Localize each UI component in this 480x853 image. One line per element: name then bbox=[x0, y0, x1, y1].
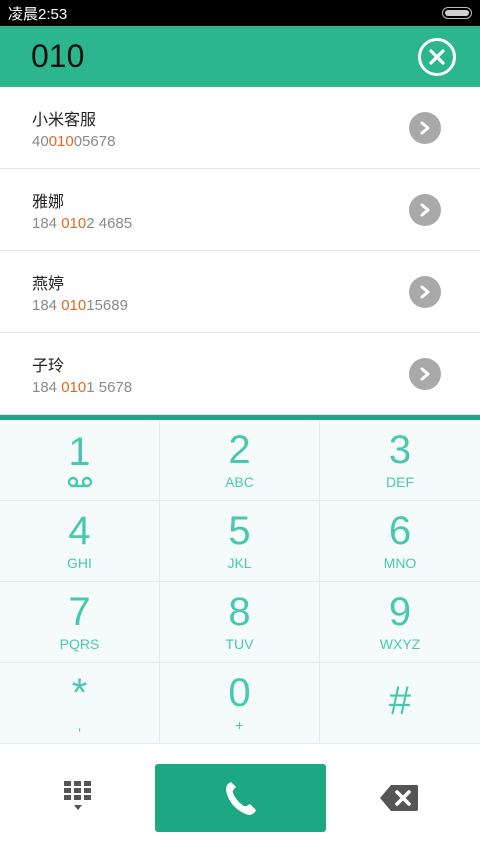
dial-pad: 1 2 ABC 3 DEF 4 GHI 5 JKL 6 MNO 7 PQRS 8… bbox=[0, 420, 480, 744]
chevron-right-icon bbox=[420, 285, 430, 298]
key-star[interactable]: * , bbox=[0, 663, 160, 744]
key-6[interactable]: 6 MNO bbox=[320, 501, 480, 582]
key-0[interactable]: 0 + bbox=[160, 663, 320, 744]
contact-phone: 184 0102 4685 bbox=[32, 214, 133, 232]
key-digit: 3 bbox=[388, 428, 412, 472]
chevron-right-icon bbox=[420, 203, 430, 216]
key-digit: 7 bbox=[68, 590, 91, 634]
voicemail-icon bbox=[67, 476, 92, 488]
details-button[interactable] bbox=[409, 275, 441, 308]
key-5[interactable]: 5 JKL bbox=[160, 501, 320, 582]
list-item[interactable]: 燕婷 184 01015689 bbox=[0, 251, 480, 333]
dialpad-grid-icon bbox=[64, 781, 91, 810]
contact-phone: 184 01015689 bbox=[32, 296, 128, 314]
backspace-icon bbox=[380, 785, 418, 811]
key-digit: 0 bbox=[228, 671, 251, 715]
key-9[interactable]: 9 WXYZ bbox=[320, 582, 480, 663]
key-letters: MNO bbox=[383, 555, 417, 571]
key-digit: 6 bbox=[388, 509, 412, 553]
key-letters: GHI bbox=[67, 555, 92, 571]
key-letters: ABC bbox=[225, 474, 254, 490]
contact-name: 小米客服 bbox=[32, 109, 97, 129]
chevron-right-icon bbox=[420, 367, 430, 380]
key-letters: + bbox=[235, 717, 244, 733]
contact-phone: 184 0101 5678 bbox=[32, 378, 133, 396]
key-2[interactable]: 2 ABC bbox=[160, 420, 320, 501]
contact-name: 燕婷 bbox=[32, 273, 65, 293]
key-digit: 1 bbox=[68, 430, 91, 474]
list-item[interactable]: 雅娜 184 0102 4685 bbox=[0, 169, 480, 251]
list-item[interactable]: 子玲 184 0101 5678 bbox=[0, 333, 480, 415]
bottom-bar bbox=[0, 744, 480, 852]
details-button[interactable] bbox=[409, 193, 441, 226]
status-bar: 凌晨2:53 bbox=[0, 0, 480, 26]
toggle-keypad-button[interactable] bbox=[63, 780, 93, 816]
key-letters: DEF bbox=[386, 474, 414, 490]
backspace-button[interactable] bbox=[379, 784, 419, 816]
battery-icon bbox=[442, 7, 472, 19]
key-hash[interactable]: # bbox=[320, 663, 480, 744]
key-8[interactable]: 8 TUV bbox=[160, 582, 320, 663]
list-item[interactable]: 小米客服 4001005678 bbox=[0, 87, 480, 169]
key-digit: 8 bbox=[228, 590, 251, 634]
key-letters: JKL bbox=[227, 555, 252, 571]
status-time: 凌晨2:53 bbox=[8, 5, 68, 23]
key-letters: WXYZ bbox=[379, 636, 421, 652]
dial-header: 010 bbox=[0, 26, 480, 87]
key-digit: * bbox=[71, 671, 88, 715]
key-digit: 2 bbox=[228, 428, 251, 472]
key-letters: TUV bbox=[225, 636, 254, 652]
key-digit: 5 bbox=[228, 509, 251, 553]
details-button[interactable] bbox=[409, 111, 441, 144]
key-7[interactable]: 7 PQRS bbox=[0, 582, 160, 663]
key-3[interactable]: 3 DEF bbox=[320, 420, 480, 501]
dialed-number: 010 bbox=[31, 38, 85, 74]
contact-phone: 4001005678 bbox=[32, 132, 116, 150]
chevron-right-icon bbox=[420, 121, 430, 134]
contact-name: 子玲 bbox=[32, 355, 65, 375]
key-letters: PQRS bbox=[59, 636, 100, 652]
key-1[interactable]: 1 bbox=[0, 420, 160, 501]
phone-icon bbox=[225, 782, 256, 815]
close-icon bbox=[429, 48, 445, 65]
details-button[interactable] bbox=[409, 357, 441, 390]
key-4[interactable]: 4 GHI bbox=[0, 501, 160, 582]
key-letters: , bbox=[77, 717, 82, 733]
call-button[interactable] bbox=[155, 764, 326, 832]
clear-button[interactable] bbox=[418, 37, 456, 76]
key-digit: 9 bbox=[388, 590, 412, 634]
key-digit: # bbox=[388, 679, 412, 723]
key-digit: 4 bbox=[68, 509, 91, 553]
contact-results: 小米客服 4001005678 雅娜 184 0102 4685 燕婷 184 … bbox=[0, 87, 480, 415]
contact-name: 雅娜 bbox=[32, 191, 65, 211]
